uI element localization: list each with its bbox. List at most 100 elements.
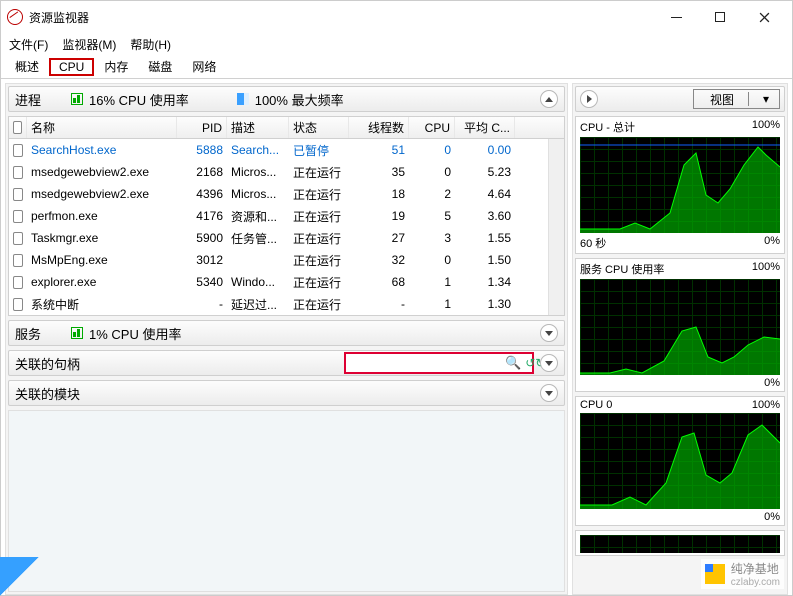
g2-br: 0% — [764, 377, 780, 389]
modules-header[interactable]: 关联的模块 — [8, 380, 565, 406]
row-checkbox[interactable] — [9, 227, 27, 249]
cell-name: explorer.exe — [27, 271, 177, 293]
services-header[interactable]: 服务 1% CPU 使用率 — [8, 320, 565, 346]
menubar: 文件(F) 监视器(M) 帮助(H) — [1, 33, 792, 55]
close-button[interactable] — [742, 1, 786, 33]
empty-area — [8, 410, 565, 592]
handles-search: 🔍 ↺↻ — [344, 352, 534, 374]
cell-status: 已暂停 — [289, 139, 349, 161]
cpu-usage-label: 16% CPU 使用率 — [89, 90, 189, 109]
row-checkbox[interactable] — [9, 205, 27, 227]
services-expand-button[interactable] — [540, 324, 558, 342]
col-desc[interactable]: 描述 — [227, 117, 289, 138]
table-row[interactable]: Taskmgr.exe5900任务管...正在运行2731.55 — [9, 227, 548, 249]
col-checkbox[interactable] — [9, 117, 27, 138]
g1-bl: 60 秒 — [580, 235, 606, 251]
cell-name: SearchHost.exe — [27, 139, 177, 161]
table-row[interactable]: 系统中断-延迟过...正在运行-11.30 — [9, 293, 548, 315]
row-checkbox[interactable] — [9, 161, 27, 183]
cell-desc — [227, 249, 289, 271]
handles-header[interactable]: 关联的句柄 🔍 ↺↻ — [8, 350, 565, 376]
cpu-total-graph — [580, 137, 780, 233]
cell-threads: 32 — [349, 249, 409, 271]
cell-desc: 延迟过... — [227, 293, 289, 315]
cell-name: 系统中断 — [27, 293, 177, 315]
g3-br: 0% — [764, 511, 780, 523]
right-header: 视图 ▾ — [575, 86, 785, 112]
tab-disk[interactable]: 磁盘 — [138, 56, 182, 77]
col-pid[interactable]: PID — [177, 117, 227, 138]
g2-label: 服务 CPU 使用率 — [580, 261, 664, 277]
cell-desc: Search... — [227, 139, 289, 161]
table-row[interactable]: MsMpEng.exe3012正在运行3201.50 — [9, 249, 548, 271]
max-freq-icon — [237, 93, 249, 105]
col-name[interactable]: 名称 — [27, 117, 177, 138]
cell-cpu: 1 — [409, 293, 455, 315]
cell-threads: 18 — [349, 183, 409, 205]
watermark-logo-icon — [705, 564, 725, 584]
cell-name: msedgewebview2.exe — [27, 161, 177, 183]
table-row[interactable]: explorer.exe5340Windo...正在运行6811.34 — [9, 271, 548, 293]
modules-expand-button[interactable] — [540, 384, 558, 402]
g1-top: 100% — [752, 119, 780, 135]
g3-top: 100% — [752, 399, 780, 411]
cell-cpu: 0 — [409, 249, 455, 271]
view-selector[interactable]: 视图 ▾ — [693, 89, 780, 109]
vertical-scrollbar[interactable] — [548, 139, 564, 315]
cell-threads: 51 — [349, 139, 409, 161]
row-checkbox[interactable] — [9, 271, 27, 293]
handles-expand-button[interactable] — [540, 354, 558, 372]
services-title: 服务 — [15, 324, 41, 343]
search-icon[interactable]: 🔍 — [505, 355, 521, 371]
col-cpu[interactable]: CPU — [409, 117, 455, 138]
cell-status: 正在运行 — [289, 249, 349, 271]
tab-cpu[interactable]: CPU — [49, 58, 94, 76]
cell-threads: 68 — [349, 271, 409, 293]
graph-cpu-total: CPU - 总计100% 60 秒0% — [575, 116, 785, 254]
col-status[interactable]: 状态 — [289, 117, 349, 138]
menu-file[interactable]: 文件(F) — [9, 36, 48, 53]
tab-network[interactable]: 网络 — [182, 56, 226, 77]
titlebar[interactable]: 资源监视器 — [1, 1, 792, 33]
cell-threads: 27 — [349, 227, 409, 249]
tab-memory[interactable]: 内存 — [94, 56, 138, 77]
watermark: 纯净基地 czlaby.com — [701, 559, 784, 589]
cell-pid: - — [177, 293, 227, 315]
cell-desc: Windo... — [227, 271, 289, 293]
table-row[interactable]: perfmon.exe4176资源和...正在运行1953.60 — [9, 205, 548, 227]
handles-title: 关联的句柄 — [15, 354, 80, 373]
cell-avgc: 1.55 — [455, 227, 515, 249]
handles-search-input[interactable] — [350, 354, 505, 372]
cell-desc: Micros... — [227, 183, 289, 205]
row-checkbox[interactable] — [9, 249, 27, 271]
chevron-up-icon — [545, 97, 553, 102]
processes-collapse-button[interactable] — [540, 90, 558, 108]
col-avgc[interactable]: 平均 C... — [455, 117, 515, 138]
cpu-next-graph — [580, 535, 780, 553]
cell-avgc: 1.30 — [455, 293, 515, 315]
right-collapse-button[interactable] — [580, 90, 598, 108]
menu-monitors[interactable]: 监视器(M) — [62, 36, 116, 53]
maximize-button[interactable] — [698, 1, 742, 33]
window-title: 资源监视器 — [29, 9, 89, 26]
row-checkbox[interactable] — [9, 183, 27, 205]
table-row[interactable]: SearchHost.exe5888Search...已暂停5100.00 — [9, 139, 548, 161]
tab-overview[interactable]: 概述 — [5, 56, 49, 77]
right-pane: 视图 ▾ CPU - 总计100% 60 秒0% 服务 CPU 使用率10 — [572, 83, 788, 595]
table-row[interactable]: msedgewebview2.exe2168Micros...正在运行3505.… — [9, 161, 548, 183]
chevron-down-icon — [545, 331, 553, 336]
resource-monitor-window: 资源监视器 文件(F) 监视器(M) 帮助(H) 概述 CPU 内存 磁盘 网络… — [0, 0, 793, 596]
table-header: 名称 PID 描述 状态 线程数 CPU 平均 C... — [9, 117, 564, 139]
table-row[interactable]: msedgewebview2.exe4396Micros...正在运行1824.… — [9, 183, 548, 205]
menu-help[interactable]: 帮助(H) — [130, 36, 171, 53]
content: 进程 16% CPU 使用率 100% 最大频率 名称 PID 描述 状态 线程… — [1, 79, 792, 595]
processes-header[interactable]: 进程 16% CPU 使用率 100% 最大频率 — [8, 86, 565, 112]
cell-threads: 19 — [349, 205, 409, 227]
col-threads[interactable]: 线程数 — [349, 117, 409, 138]
row-checkbox[interactable] — [9, 293, 27, 315]
minimize-button[interactable] — [654, 1, 698, 33]
service-cpu-graph — [580, 279, 780, 375]
cell-status: 正在运行 — [289, 293, 349, 315]
cell-name: perfmon.exe — [27, 205, 177, 227]
row-checkbox[interactable] — [9, 139, 27, 161]
